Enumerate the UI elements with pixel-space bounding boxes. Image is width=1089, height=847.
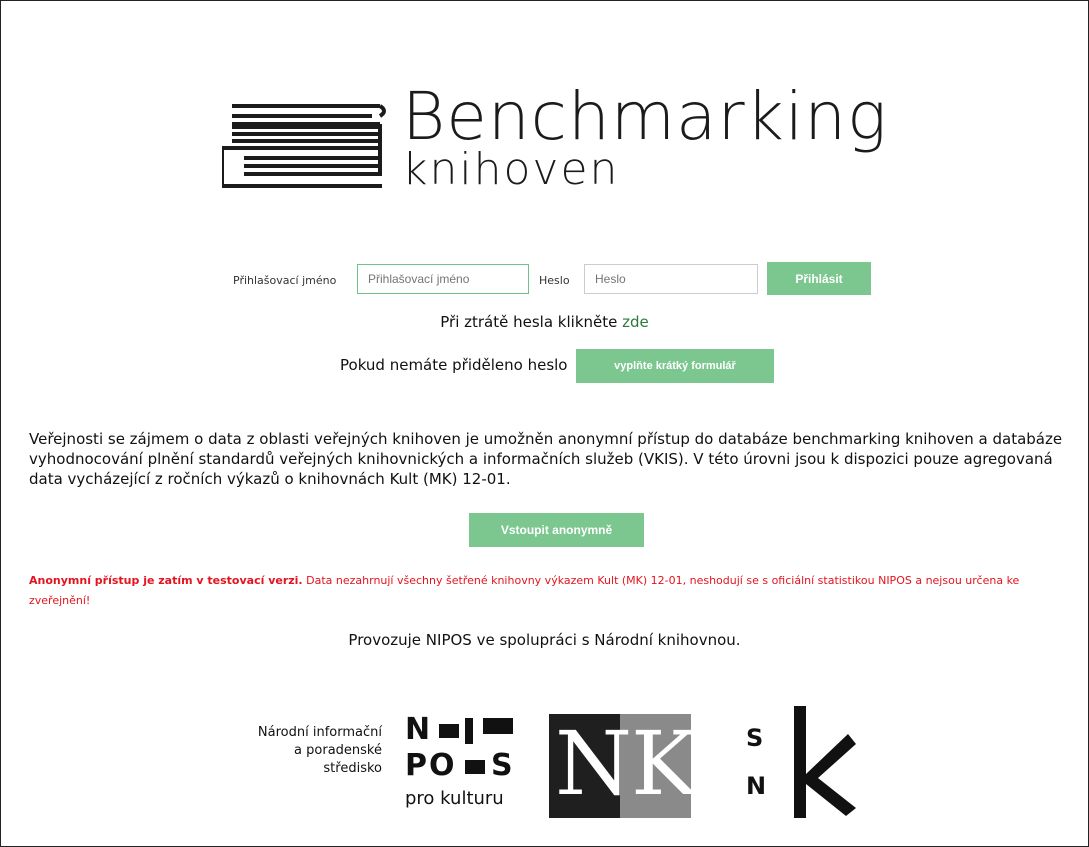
login-form: Přihlašovací jméno Heslo Přihlásit [0,262,1089,296]
nipos-line: Národní informační [257,725,382,740]
request-access-text: Pokud nemáte přiděleno heslo [340,356,568,374]
intro-paragraph: Veřejnosti se zájmem o data z oblasti ve… [29,430,1063,488]
login-button[interactable]: Přihlásit [767,262,871,295]
books-icon [222,104,386,188]
nipos-bar [465,718,473,744]
k-mark-icon [794,706,856,818]
nipos-square [483,718,513,734]
nk-logo: N K [549,712,697,818]
nipos-letters-po: PO [405,748,457,783]
nk-letter-k: K [631,712,697,815]
logo-title: Benchmarking [402,78,888,155]
operator-text: Provozuje NIPOS ve spolupráci s Národní … [348,631,741,649]
username-input[interactable] [357,264,529,294]
nipos-square [465,760,485,774]
warning-bold: Anonymní přístup je zatím v testovací ve… [29,574,303,587]
nipos-name: Národní informační a poradenské středisk… [232,724,382,778]
logo-subtitle: knihoven [402,144,620,195]
password-input[interactable] [584,264,758,294]
snk-letter-n: N [746,772,767,800]
nipos-subtitle: pro kulturu [405,788,504,809]
forgot-password-link[interactable]: zde [622,313,649,331]
nk-letter-n: N [555,712,632,815]
nipos-logo: N PO S pro kulturu [403,712,523,822]
password-label: Heslo [539,274,570,287]
nipos-line: a poradenské [294,743,382,758]
forgot-password-text: Při ztrátě hesla klikněte [440,313,623,331]
nipos-square [439,724,459,738]
snk-letter-s: S [746,724,764,752]
forgot-password-line: Při ztrátě hesla klikněte zde [0,313,1089,331]
snk-logo: S N [740,704,860,820]
username-label: Přihlašovací jméno [233,274,337,287]
nipos-letter-n: N [405,712,433,747]
benchmarking-logo: Benchmarking knihoven [222,84,902,198]
nipos-line: středisko [323,761,382,776]
nipos-letter-s: S [491,748,515,783]
request-form-button[interactable]: vyplňte krátký formulář [576,349,774,383]
anonymous-access-button[interactable]: Vstoupit anonymně [469,513,644,547]
warning-notice: Anonymní přístup je zatím v testovací ve… [29,571,1079,611]
